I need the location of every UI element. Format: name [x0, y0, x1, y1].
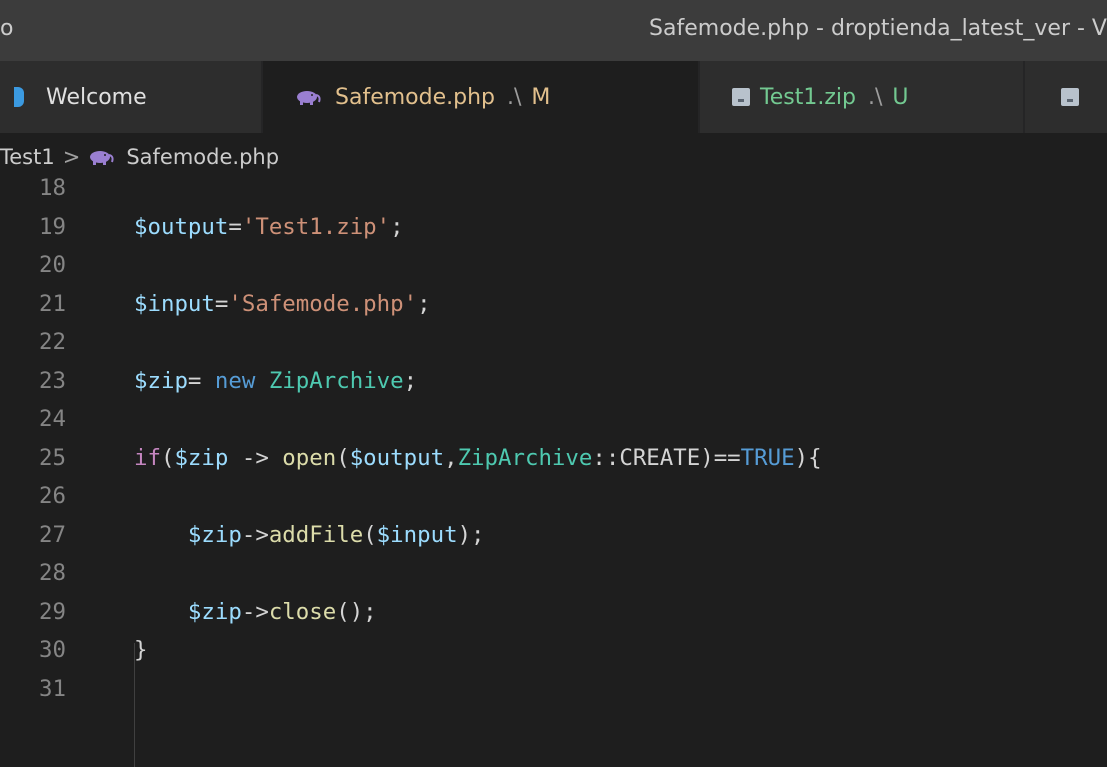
code-token: if	[134, 444, 161, 471]
code-token: ();	[336, 598, 377, 625]
php-elephant-icon	[90, 151, 114, 165]
code-token: ,	[444, 444, 458, 471]
code-token: $output	[134, 213, 229, 240]
code-token: $zip	[134, 367, 188, 394]
code-line[interactable]: 30}	[0, 631, 1107, 670]
tab-label: Welcome	[46, 84, 147, 110]
code-text: }	[134, 631, 147, 670]
tab-label: Safemode.php	[335, 84, 495, 110]
line-number: 21	[39, 290, 66, 317]
editor-tab-bar: Welcome Safemode.php .\ M Test1.zip .\ U	[0, 61, 1107, 133]
tab-test1-zip[interactable]: Test1.zip .\ U	[700, 61, 1024, 133]
code-editor[interactable]: 18 19 $output='Test1.zip'; 20 21 $input='Safe…	[0, 175, 1107, 767]
line-number: 29	[39, 598, 66, 625]
code-text: $output='Test1.zip';	[134, 208, 404, 247]
line-number: 20	[39, 252, 66, 278]
code-line[interactable]: 18	[0, 169, 1107, 208]
code-token: ::CREATE)==	[592, 444, 741, 471]
code-token: ZipArchive	[457, 444, 593, 471]
git-status-badge: M	[531, 84, 551, 110]
code-text: $zip->close();	[134, 593, 377, 632]
code-token: addFile	[268, 521, 364, 548]
breadcrumb-folder[interactable]: Test1	[0, 145, 55, 169]
code-token: ->	[241, 598, 269, 625]
code-token: TRUE	[740, 444, 795, 471]
line-number: 22	[39, 329, 66, 355]
code-token: =	[187, 367, 215, 394]
line-number: 26	[39, 483, 66, 509]
code-line[interactable]: 24	[0, 400, 1107, 439]
code-text: if($zip -> open($output,ZipArchive::CREA…	[134, 439, 822, 478]
tab-path: .\	[867, 84, 883, 110]
code-text: $zip= new ZipArchive;	[134, 362, 417, 401]
tab-overflow[interactable]	[1025, 61, 1107, 133]
code-token: 'Safemode.php'	[228, 290, 418, 317]
code-line[interactable]: 26	[0, 477, 1107, 516]
code-token: }	[134, 637, 148, 663]
code-token: =	[228, 213, 242, 240]
code-token: ){	[794, 444, 822, 471]
title-bar: o Safemode.php - droptienda_latest_ver -…	[0, 0, 1107, 61]
line-number: 28	[39, 560, 66, 586]
line-number: 30	[39, 637, 66, 663]
code-line[interactable]: 27 $zip->addFile($input);	[0, 516, 1107, 555]
code-token: (	[160, 444, 175, 471]
code-line[interactable]: 22	[0, 323, 1107, 362]
code-token: ZipArchive	[268, 367, 404, 394]
line-number: 27	[39, 521, 66, 548]
code-line[interactable]: 21 $input='Safemode.php';	[0, 285, 1107, 324]
code-token: $zip	[174, 444, 229, 471]
code-token: ->	[228, 444, 283, 471]
line-number: 18	[39, 175, 66, 201]
line-number: 24	[39, 406, 66, 432]
code-token: ->	[241, 521, 269, 548]
breadcrumb-file[interactable]: Safemode.php	[126, 145, 279, 169]
window-title: Safemode.php - droptienda_latest_ver - V	[649, 16, 1107, 41]
code-line[interactable]: 25 if($zip -> open($output,ZipArchive::CR…	[0, 439, 1107, 478]
code-line[interactable]: 23 $zip= new ZipArchive;	[0, 362, 1107, 401]
line-number: 19	[39, 213, 66, 240]
code-text: $input='Safemode.php';	[134, 285, 431, 324]
code-token: (	[336, 444, 350, 471]
code-line[interactable]: 31	[0, 670, 1107, 709]
code-token: $zip	[187, 521, 242, 548]
php-elephant-icon	[297, 91, 321, 105]
code-token: ;	[403, 367, 418, 394]
code-text: $zip->addFile($input);	[134, 516, 485, 555]
code-token: ;	[390, 213, 404, 240]
code-token: $output	[349, 444, 445, 471]
code-token: $input	[134, 290, 215, 317]
zip-file-icon	[1061, 88, 1079, 106]
tab-label: Test1.zip	[760, 84, 856, 110]
code-line[interactable]: 29 $zip->close();	[0, 593, 1107, 632]
line-number: 31	[39, 675, 66, 702]
code-token: $zip	[187, 598, 242, 625]
code-token: ;	[417, 290, 431, 317]
code-token: new	[214, 367, 256, 394]
tab-welcome[interactable]: Welcome	[0, 61, 262, 133]
zip-file-icon	[732, 88, 750, 106]
code-token: (	[363, 521, 377, 548]
line-number: 23	[39, 367, 66, 394]
code-token: 'Test1.zip'	[241, 213, 391, 240]
code-token: close	[268, 598, 337, 625]
line-number: 25	[39, 444, 66, 471]
vscode-icon	[14, 87, 24, 107]
tab-path: .\	[506, 84, 522, 110]
code-line[interactable]: 20	[0, 246, 1107, 285]
code-line[interactable]: 19 $output='Test1.zip';	[0, 208, 1107, 247]
tab-safemode-php[interactable]: Safemode.php .\ M	[263, 61, 699, 133]
git-status-badge: U	[892, 84, 909, 110]
code-token: $input	[376, 521, 458, 548]
breadcrumb-separator: >	[62, 145, 81, 169]
code-token: );	[457, 521, 485, 548]
code-token: =	[214, 290, 229, 317]
code-line[interactable]: 28	[0, 554, 1107, 593]
app-menu-glyph[interactable]: o	[0, 16, 13, 41]
code-token: open	[282, 444, 337, 471]
